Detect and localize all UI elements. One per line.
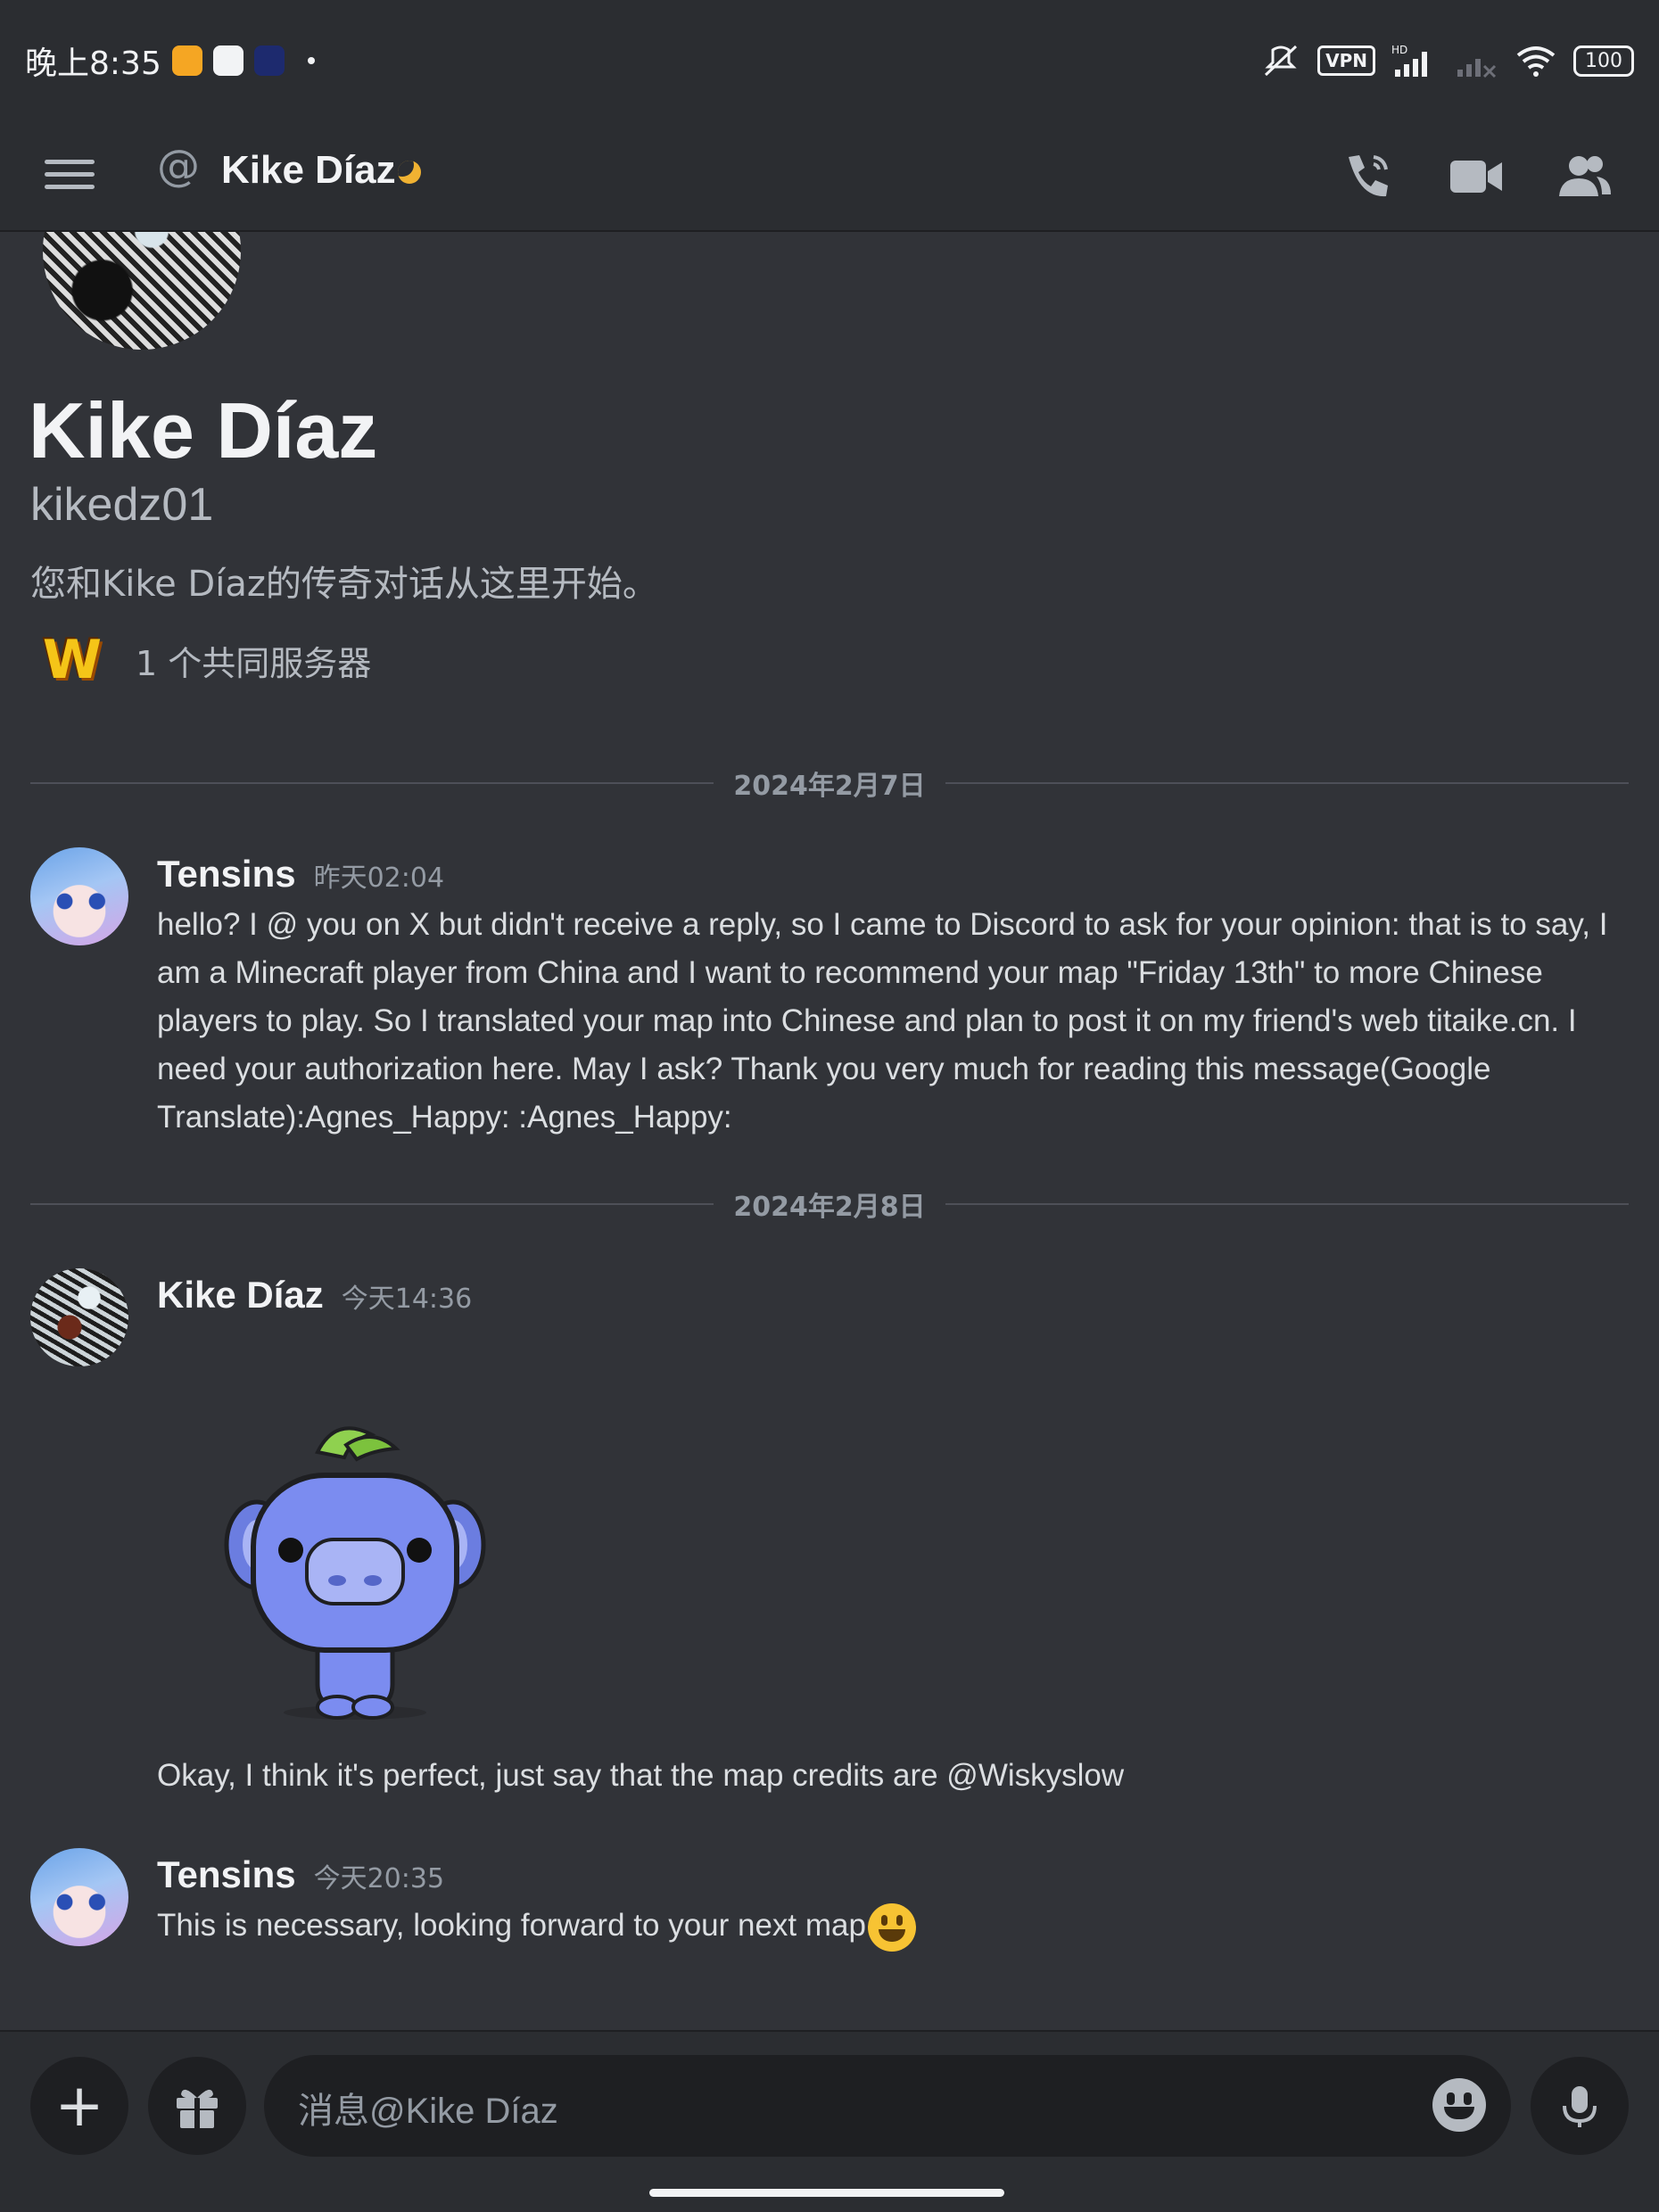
header-title[interactable]: Kike Díaz (221, 148, 396, 193)
app-notification-icon (171, 45, 202, 76)
conversation-intro: 您和Kike Díaz的传奇对话从这里开始。 (30, 564, 658, 605)
date-divider: 2024年2月8日 (30, 1186, 1629, 1223)
svg-text:HD: HD (1391, 44, 1407, 56)
profile-avatar[interactable] (43, 232, 241, 350)
message-text: This is necessary, looking forward to yo… (157, 1902, 1629, 1952)
message-timestamp: 今天14:36 (341, 1283, 473, 1315)
message-timestamp: 今天20:35 (313, 1863, 445, 1894)
server-icon: W (42, 629, 103, 691)
message-author[interactable]: Tensins 昨天02:04 (157, 853, 444, 896)
home-indicator[interactable] (649, 2189, 1004, 2197)
battery-indicator: 100 (1573, 45, 1634, 77)
message-composer: + 消息@Kike Díaz (0, 2030, 1659, 2212)
smiley-emoji-icon (867, 1902, 916, 1952)
microphone-icon (1563, 2086, 1597, 2127)
status-bar: 晚上8:35 VPN HD 100 (0, 0, 1659, 121)
status-time: 晚上8:35 (25, 45, 161, 82)
menu-icon[interactable] (45, 152, 95, 202)
signal-icon: HD (1391, 44, 1427, 77)
channel-header: @ Kike Díaz (0, 121, 1659, 232)
mutual-servers-label: 1 个共同服务器 (136, 643, 372, 683)
voice-message-button[interactable] (1531, 2057, 1629, 2155)
member-list-icon[interactable] (1552, 144, 1616, 209)
message-text: Okay, I think it's perfect, just say tha… (157, 1758, 1125, 1793)
emoji-picker-icon[interactable] (1432, 2078, 1486, 2132)
profile-username: kikedz01 (30, 479, 214, 531)
message-input-placeholder: 消息@Kike Díaz (298, 2092, 558, 2131)
avatar[interactable] (30, 847, 128, 945)
message-timestamp: 昨天02:04 (313, 863, 445, 894)
avatar[interactable] (30, 1848, 128, 1946)
mute-icon (1265, 45, 1298, 77)
message-text: hello? I @ you on X but didn't receive a… (157, 907, 1608, 1135)
idle-status-icon (398, 161, 421, 184)
plus-icon: + (54, 2071, 104, 2140)
vpn-indicator: VPN (1317, 45, 1375, 76)
message-input[interactable]: 消息@Kike Díaz (264, 2055, 1511, 2157)
avatar[interactable] (30, 1268, 128, 1366)
date-divider: 2024年2月7日 (30, 765, 1629, 802)
signal-2-icon (1457, 59, 1497, 78)
mutual-servers-row[interactable]: W 1 个共同服务器 (39, 629, 372, 691)
profile-display-name: Kike Díaz (29, 386, 378, 475)
at-icon: @ (157, 141, 200, 191)
app-notification-icon-2 (253, 45, 285, 76)
more-notifications-dot (307, 57, 315, 64)
message-author[interactable]: Kike Díaz 今天14:36 (157, 1274, 472, 1316)
play-notification-icon (212, 45, 243, 76)
add-attachment-button[interactable]: + (30, 2057, 128, 2155)
message-author[interactable]: Tensins 今天20:35 (157, 1853, 444, 1896)
gift-icon (177, 2089, 218, 2128)
gift-button[interactable] (148, 2057, 246, 2155)
video-call-icon[interactable] (1443, 144, 1507, 209)
wumpus-sticker[interactable] (212, 1409, 498, 1721)
voice-call-icon[interactable] (1334, 144, 1399, 209)
wifi-icon (1516, 46, 1556, 77)
